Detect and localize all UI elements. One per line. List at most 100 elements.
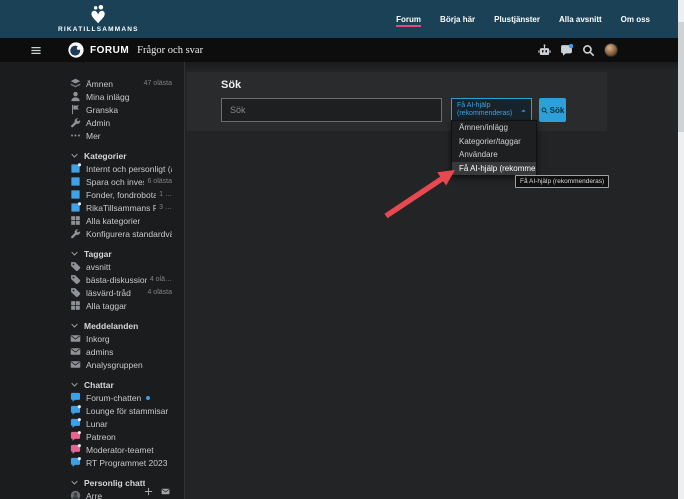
chat-dot-icon: [70, 457, 81, 468]
sidebar-item-label: Konfigurera standardvär…: [86, 229, 172, 239]
chat-notification-icon[interactable]: [560, 44, 573, 57]
logo-text: RIKATILLSAMMANS: [58, 26, 139, 33]
nav-item-om-oss[interactable]: Om oss: [621, 11, 650, 28]
chevron-down-icon: [70, 478, 79, 487]
main-content: Sök Få AI-hjälp (rekommenderas) Sök Ämne…: [185, 62, 684, 499]
nav-item-alla-avsnitt[interactable]: Alla avsnitt: [559, 11, 602, 28]
tag-icon: [70, 261, 81, 272]
sidebar-item-label: läsvärd-tråd: [86, 288, 131, 298]
sidebar-item-label: Fonder, fondrobotar …: [86, 190, 156, 200]
sidebar-item-moderator-teamet[interactable]: Moderator-teamet: [70, 443, 172, 456]
section-header-label: Chattar: [84, 380, 114, 390]
scrollbar-thumb[interactable]: [678, 22, 684, 132]
sidebar-item-rt-programmet-2023[interactable]: RT Programmet 2023: [70, 456, 172, 469]
sidebar-item-label: Alla taggar: [86, 301, 127, 311]
heart-people-logo-icon: [87, 5, 109, 25]
envelope-icon: [70, 346, 81, 357]
sidebar-item-label: Patreon: [86, 432, 116, 442]
wrench-icon: [70, 117, 81, 128]
search-type-option-anvandare[interactable]: Användare: [452, 148, 536, 162]
sidebar-item-admin[interactable]: Admin: [70, 116, 172, 129]
sidebar-item-lunar[interactable]: Lunar: [70, 417, 172, 430]
tag-icon: [70, 287, 81, 298]
search-button[interactable]: Sök: [539, 98, 566, 122]
sidebar-section-kategorier: KategorierInternt och personligt (ar…Spa…: [70, 149, 172, 240]
sidebar-item-internt-och-personligt-ar[interactable]: Internt och personligt (ar…: [70, 162, 172, 175]
sidebar-item-basta-diskussione[interactable]: bästa-diskussione…4 olä…: [70, 273, 172, 286]
sidebar-item-alla-kategorier[interactable]: Alla kategorier: [70, 214, 172, 227]
unread-count-badge: 3 …: [156, 204, 172, 211]
sidebar-item-mina-inlagg[interactable]: Mina inlägg: [70, 90, 172, 103]
scrollbar[interactable]: [678, 0, 684, 499]
unread-count-badge: 4 olästa: [144, 289, 172, 296]
search-icon[interactable]: [582, 44, 595, 57]
sidebar-section-taggar: Taggaravsnittbästa-diskussione…4 olä…läs…: [70, 247, 172, 312]
primary-nav: Forum Börja här Plustjänster Alla avsnitt Om…: [396, 11, 650, 28]
sidebar-item-label: Forum-chatten: [86, 393, 141, 403]
sidebar-item-analysgruppen[interactable]: Analysgruppen: [70, 358, 172, 371]
sidebar-item-label: Moderator-teamet: [86, 445, 154, 455]
sidebar-item-spara-och-investera[interactable]: Spara och investera6 olästa: [70, 175, 172, 188]
sidebar-item-fonder-fondrobotar[interactable]: Fonder, fondrobotar …1 …: [70, 188, 172, 201]
chevron-down-icon: [70, 380, 79, 389]
rikatillsammans-logo[interactable]: RIKATILLSAMMANS: [58, 5, 139, 33]
grid-icon: [70, 215, 81, 226]
sidebar-item-rikatillsammans-pr[interactable]: RikaTillsammans Pr…3 …: [70, 201, 172, 214]
sidebar-item-label: avsnitt: [86, 262, 111, 272]
sidebar-item-label: Analysgruppen: [86, 360, 143, 370]
sidebar-item-label: Spara och investera: [86, 177, 144, 187]
sidebar-item-forum-chatten[interactable]: Forum-chatten: [70, 391, 172, 404]
search-input[interactable]: [221, 98, 442, 122]
sidebar-item-label: admins: [86, 347, 113, 357]
grid-icon: [70, 300, 81, 311]
category-dot-icon: [70, 163, 81, 174]
chevron-down-icon: [70, 321, 79, 330]
sidebar-footer: [144, 487, 170, 496]
sidebar-item-label: Lunar: [86, 419, 108, 429]
sidebar-item-label: Internt och personligt (ar…: [86, 164, 172, 174]
hamburger-menu-icon[interactable]: [30, 45, 42, 56]
sidebar-item-admins[interactable]: admins: [70, 345, 172, 358]
sidebar-section-meddelanden: Meddelanden Inkorg admins Analysgruppen: [70, 319, 172, 371]
sidebar-item-granska[interactable]: Granska: [70, 103, 172, 116]
sidebar-item-label: Mina inlägg: [86, 92, 129, 102]
robot-ai-icon[interactable]: [538, 44, 551, 57]
sidebar-item-konfigurera-standardvar[interactable]: Konfigurera standardvär…: [70, 227, 172, 240]
sidebar-section-header-taggar[interactable]: Taggar: [70, 247, 172, 260]
search-type-option-amnen-inlagg[interactable]: Ämnen/inlägg: [452, 121, 536, 135]
sidebar-item-amnen[interactable]: Ämnen47 olästa: [70, 77, 172, 90]
sidebar-item-inkorg[interactable]: Inkorg: [70, 332, 172, 345]
sidebar: Ämnen47 olästa Mina inläggGranskaAdminMer…: [0, 62, 185, 499]
forum-brand[interactable]: FORUM: [90, 45, 129, 56]
sidebar-section-header-kategorier[interactable]: Kategorier: [70, 149, 172, 162]
search-type-option-fa-ai-hjalp-rekommenderas[interactable]: Få AI-hjälp (rekommenderas): [452, 162, 536, 176]
chat-dot-icon: [70, 405, 81, 416]
search-type-selector[interactable]: Få AI-hjälp (rekommenderas): [451, 98, 532, 122]
user-avatar[interactable]: [604, 43, 618, 57]
plus-icon[interactable]: [144, 487, 153, 496]
sidebar-item-alla-taggar[interactable]: Alla taggar: [70, 299, 172, 312]
nav-item-borja-har[interactable]: Börja här: [440, 11, 475, 28]
forum-logo-icon[interactable]: [68, 42, 84, 58]
search-type-option-kategorier-taggar[interactable]: Kategorier/taggar: [452, 135, 536, 149]
sidebar-item-mer[interactable]: Mer: [70, 129, 172, 142]
sidebar-section-header-meddelanden[interactable]: Meddelanden: [70, 319, 172, 332]
sidebar-item-lasvard-trad[interactable]: läsvärd-tråd 4 olästa: [70, 286, 172, 299]
envelope-icon: [70, 359, 81, 370]
sidebar-item-label: RT Programmet 2023: [86, 458, 167, 468]
top-navigation-bar: RIKATILLSAMMANS Forum Börja här Plustjänst…: [0, 0, 684, 38]
sidebar-section-header-chattar[interactable]: Chattar: [70, 378, 172, 391]
nav-item-plustjanster[interactable]: Plustjänster: [494, 11, 540, 28]
section-header-label: Meddelanden: [84, 321, 138, 331]
chat-dot-icon: [70, 418, 81, 429]
site-title: Frågor och svar: [137, 45, 203, 56]
category-icon: [70, 189, 81, 200]
sidebar-item-avsnitt[interactable]: avsnitt: [70, 260, 172, 273]
sidebar-item-patreon[interactable]: Patreon: [70, 430, 172, 443]
envelope-icon[interactable]: [161, 487, 170, 496]
sidebar-item-lounge-for-stammisar[interactable]: Lounge för stammisar: [70, 404, 172, 417]
chevron-down-icon: [70, 249, 79, 258]
nav-item-forum[interactable]: Forum: [396, 11, 421, 28]
flag-icon: [70, 104, 81, 115]
sidebar-item-label: Inkorg: [86, 334, 110, 344]
